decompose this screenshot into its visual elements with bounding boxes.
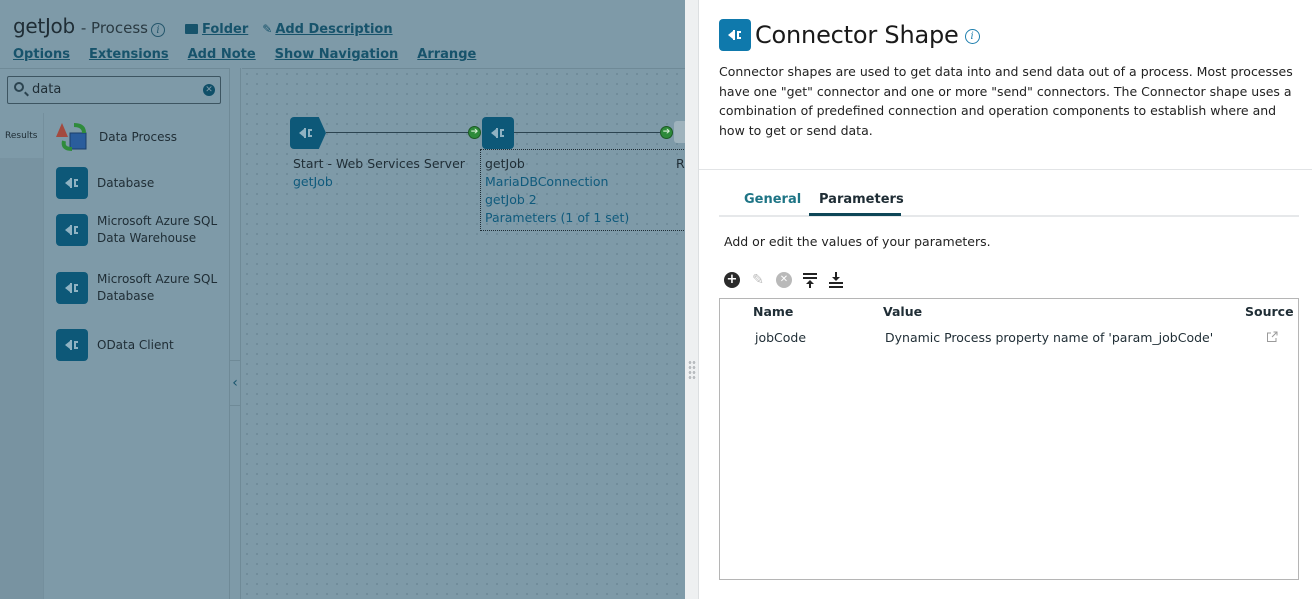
getjob-node-labels: getJob MariaDBConnection getJob 2 Parame… xyxy=(485,155,629,227)
panel-title: Connector Shape xyxy=(755,21,959,49)
tab-general[interactable]: General xyxy=(744,192,801,207)
pencil-icon: ✎ xyxy=(262,22,273,36)
category-area xyxy=(0,158,43,599)
edit-icon[interactable]: ✎ xyxy=(750,272,766,288)
palette-item-odata-client[interactable]: OData Client xyxy=(56,329,174,361)
label-line: Data Warehouse xyxy=(97,231,197,245)
info-icon[interactable]: i xyxy=(150,23,165,37)
shape-getjob[interactable] xyxy=(482,117,514,149)
node-link[interactable]: getJob xyxy=(293,173,465,191)
collapse-palette-button[interactable]: ‹ xyxy=(230,360,240,406)
column-header-name[interactable]: Name xyxy=(753,304,793,319)
palette-item-label: Data Process xyxy=(99,129,177,144)
palette-item-label: Microsoft Azure SQL Database xyxy=(97,271,217,305)
parameters-help-text: Add or edit the values of your parameter… xyxy=(724,234,991,249)
node-title: Start - Web Services Server xyxy=(293,156,465,171)
node-link-operation[interactable]: getJob 2 xyxy=(485,191,629,209)
connector-icon xyxy=(56,167,88,199)
panel-resize-handle[interactable] xyxy=(685,0,699,599)
process-header: getJob - Process i Folder ✎ Add Descript… xyxy=(13,14,393,38)
connector-icon xyxy=(56,272,88,304)
node-title: getJob xyxy=(485,156,525,171)
arrow-right-icon[interactable]: ➔ xyxy=(468,126,481,139)
param-name: jobCode xyxy=(755,330,807,345)
column-header-value[interactable]: Value xyxy=(883,304,922,319)
arrow-right-icon[interactable]: ➔ xyxy=(660,126,673,139)
param-value: Dynamic Process property name of 'param_… xyxy=(885,330,1214,345)
connection-line xyxy=(326,132,468,133)
process-canvas[interactable]: Start - Web Services Server getJob ➔ get… xyxy=(242,68,685,599)
delete-icon[interactable]: ✕ xyxy=(776,272,792,288)
external-link-icon[interactable] xyxy=(1266,331,1278,343)
node-title: R xyxy=(676,156,685,171)
connector-icon xyxy=(56,214,88,246)
palette-item-label: Database xyxy=(97,175,155,190)
process-editor: getJob - Process i Folder ✎ Add Descript… xyxy=(0,0,685,599)
palette-search[interactable]: ✕ xyxy=(7,76,221,104)
process-title: getJob xyxy=(13,14,75,38)
palette-item-data-process[interactable]: Data Process xyxy=(56,121,177,153)
start-shape-icon xyxy=(290,117,326,149)
shape-palette: ✕ Results Data Process Database xyxy=(0,68,230,599)
divider xyxy=(699,169,1312,170)
parameters-grid: Name Value Source jobCode Dynamic Proces… xyxy=(719,298,1299,580)
move-bottom-icon[interactable] xyxy=(828,272,844,288)
menu-arrange[interactable]: Arrange xyxy=(417,47,476,62)
process-type: - Process xyxy=(80,19,148,37)
results-list: Data Process Database Microsoft Azure SQ… xyxy=(43,113,230,599)
connector-icon xyxy=(56,329,88,361)
palette-item-database[interactable]: Database xyxy=(56,167,154,199)
move-top-icon[interactable] xyxy=(802,272,818,288)
data-process-icon xyxy=(56,123,87,151)
label-line: Microsoft Azure SQL xyxy=(97,214,218,228)
info-icon[interactable]: i xyxy=(964,28,980,44)
tab-parameters[interactable]: Parameters xyxy=(819,192,904,207)
column-header-source[interactable]: Source xyxy=(1245,304,1294,319)
chevron-left-icon: ‹ xyxy=(232,375,238,391)
palette-search-input[interactable] xyxy=(32,82,192,97)
menu-extensions[interactable]: Extensions xyxy=(89,47,169,62)
parameters-toolbar: + ✎ ✕ xyxy=(724,272,844,288)
palette-item-azure-sql-db[interactable]: Microsoft Azure SQL Database xyxy=(56,271,217,305)
clear-search-icon[interactable]: ✕ xyxy=(203,84,215,96)
start-node-labels: Start - Web Services Server getJob xyxy=(293,155,465,191)
panel-tabs: General Parameters xyxy=(719,185,1299,217)
results-label: Results xyxy=(5,131,38,141)
panel-header: Connector Shape i xyxy=(719,19,980,51)
connector-shape-icon xyxy=(482,117,514,149)
partial-shape[interactable] xyxy=(674,121,685,143)
menu-add-note[interactable]: Add Note xyxy=(188,47,256,62)
search-icon xyxy=(14,82,24,92)
drag-grip-icon[interactable] xyxy=(688,360,696,380)
process-menu: Options Extensions Add Note Show Navigat… xyxy=(13,47,476,62)
panel-description: Connector shapes are used to get data in… xyxy=(719,64,1293,138)
shape-start[interactable] xyxy=(290,117,326,149)
palette-collapse-strip: ‹ xyxy=(229,68,241,599)
add-description-link[interactable]: Add Description xyxy=(275,22,392,37)
menu-show-navigation[interactable]: Show Navigation xyxy=(275,47,399,62)
add-icon[interactable]: + xyxy=(724,272,740,288)
folder-icon xyxy=(184,24,198,34)
shape-properties-panel: Connector Shape i Connector shapes are u… xyxy=(699,0,1312,599)
label-line: Microsoft Azure SQL xyxy=(97,272,218,286)
node-link-connection[interactable]: MariaDBConnection xyxy=(485,173,629,191)
palette-item-label: OData Client xyxy=(97,337,174,352)
folder-link[interactable]: Folder xyxy=(202,22,248,37)
connection-line xyxy=(514,132,660,133)
results-column: Results xyxy=(0,113,43,599)
label-line: Database xyxy=(97,289,155,303)
active-tab-indicator xyxy=(809,213,901,216)
menu-options[interactable]: Options xyxy=(13,47,70,62)
connector-icon xyxy=(719,19,751,51)
node-link-parameters[interactable]: Parameters (1 of 1 set) xyxy=(485,209,629,227)
palette-item-label: Microsoft Azure SQL Data Warehouse xyxy=(97,213,217,247)
palette-item-azure-sql-dw[interactable]: Microsoft Azure SQL Data Warehouse xyxy=(56,213,217,247)
